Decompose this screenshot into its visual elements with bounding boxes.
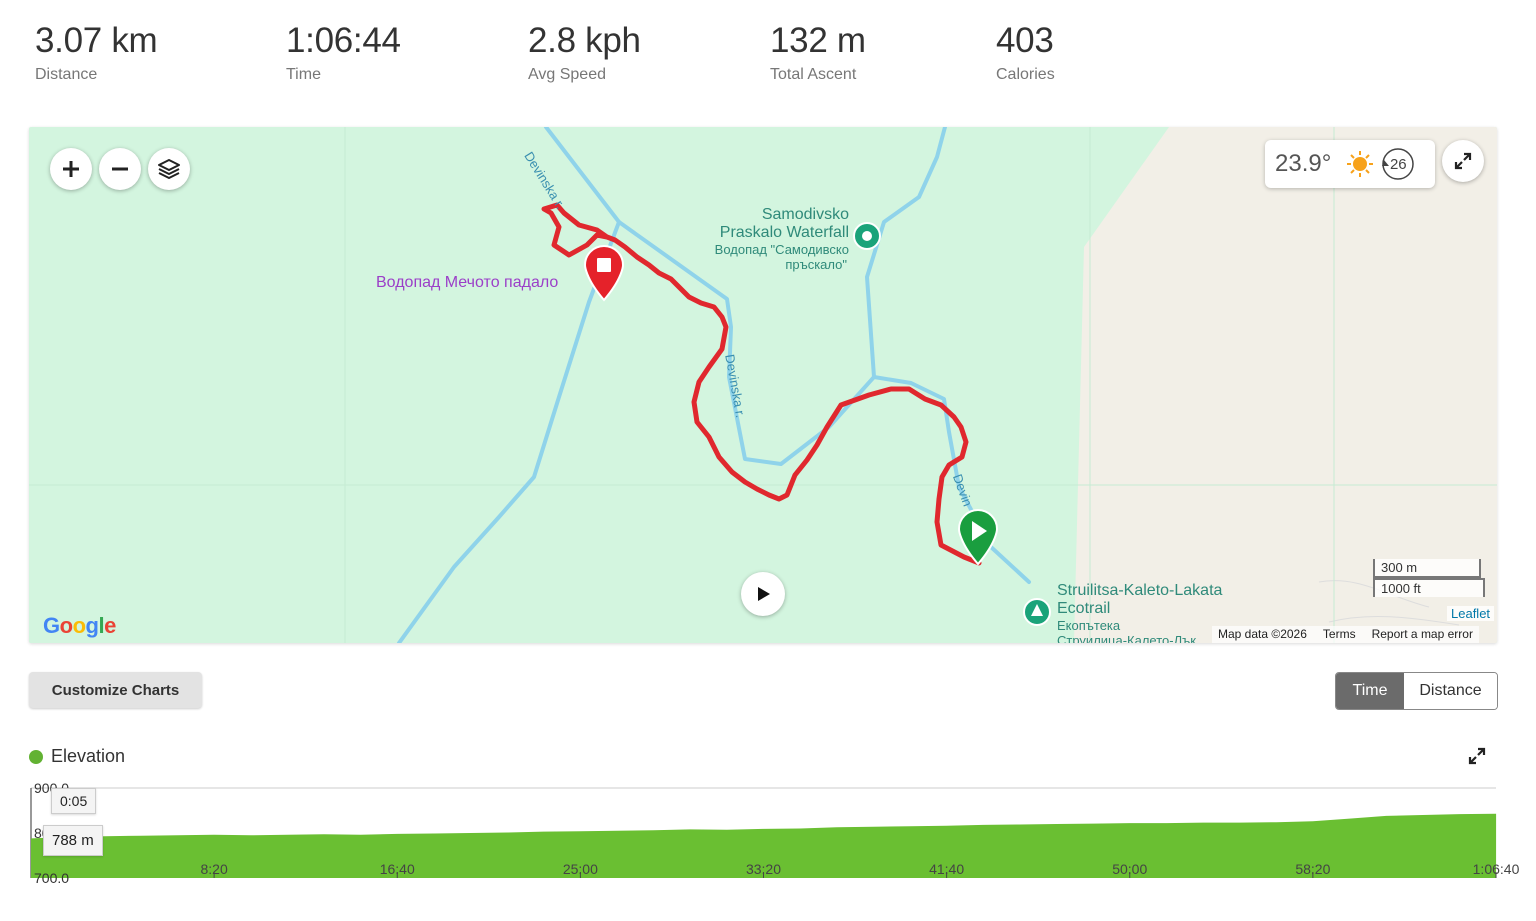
waterfall-name: Praskalo Waterfall xyxy=(719,224,849,241)
x-tick-label: 50:00 xyxy=(1112,861,1147,877)
trail-name: Ecotrail xyxy=(1057,600,1111,617)
sun-icon xyxy=(1347,151,1374,177)
plus-icon xyxy=(63,161,79,177)
layers-button[interactable] xyxy=(148,148,190,190)
layers-icon xyxy=(158,159,180,179)
stat-label: Distance xyxy=(35,66,98,83)
elevation-chart[interactable]: 900.0800.0700.08:2016:4025:0033:2041:405… xyxy=(0,770,1536,921)
weather-widget: 23.9° 26 xyxy=(1265,140,1435,188)
stat-value: 3.07 km xyxy=(35,21,158,60)
waterfall-poi-marker[interactable] xyxy=(853,222,881,250)
x-tick-label: 8:20 xyxy=(200,861,227,877)
scale-metric: 300 m xyxy=(1373,559,1481,578)
x-tick-label: 58:20 xyxy=(1295,861,1330,877)
google-logo: Google xyxy=(43,613,116,638)
map-scale: 300 m 1000 ft xyxy=(1373,559,1485,597)
trail-local-name: Екопътека xyxy=(1057,618,1121,633)
chart-expand-icon[interactable] xyxy=(1467,746,1487,766)
route-map[interactable]: Devinska r. Devinska r. Devin Samodivsko… xyxy=(29,127,1497,643)
leaflet-attribution-link[interactable]: Leaflet xyxy=(1447,606,1495,621)
stat-label: Avg Speed xyxy=(528,66,606,83)
waterfall-name: Samodivsko xyxy=(761,206,849,223)
legend-swatch xyxy=(29,749,43,764)
stat-value: 403 xyxy=(996,21,1054,60)
stat-label: Time xyxy=(286,66,321,83)
stat-total-ascent: 132 m Total Ascent xyxy=(770,20,866,84)
toggle-time[interactable]: Time xyxy=(1336,673,1404,709)
stat-value: 2.8 kph xyxy=(528,21,641,60)
play-icon xyxy=(758,587,770,601)
y-tick-label: 700.0 xyxy=(34,870,69,886)
stat-distance: 3.07 km Distance xyxy=(35,20,158,84)
wind-indicator: 26 xyxy=(1381,147,1415,181)
x-axis-toggle[interactable]: Time Distance xyxy=(1335,672,1498,710)
map-data-text: Map data ©2026 xyxy=(1218,627,1307,641)
trail-poi-marker[interactable] xyxy=(1023,598,1051,626)
zoom-out-button[interactable] xyxy=(99,148,141,190)
customize-charts-button[interactable]: Customize Charts xyxy=(29,672,202,708)
x-tick-label: 41:40 xyxy=(929,861,964,877)
x-tick-label: 1:06:40 xyxy=(1473,861,1520,877)
stats-bar: 3.07 km Distance 1:06:44 Time 2.8 kph Av… xyxy=(0,0,1536,110)
tooltip-elevation: 788 m xyxy=(43,825,103,856)
map-fullscreen-button[interactable] xyxy=(1442,140,1484,182)
minus-icon xyxy=(112,167,128,171)
terms-link[interactable]: Terms xyxy=(1323,627,1356,642)
temperature: 23.9° xyxy=(1275,150,1332,177)
wind-speed: 26 xyxy=(1389,155,1407,173)
zoom-in-button[interactable] xyxy=(50,148,92,190)
stat-label: Total Ascent xyxy=(770,66,857,83)
report-error-link[interactable]: Report a map error xyxy=(1372,627,1473,642)
trail-label: Struilitsa-Kaleto-Lakata Ecotrail Екопът… xyxy=(1057,582,1222,643)
toggle-distance[interactable]: Distance xyxy=(1404,673,1497,709)
stat-value: 132 m xyxy=(770,21,866,60)
stat-calories: 403 Calories xyxy=(996,20,1055,84)
x-tick-label: 33:20 xyxy=(746,861,781,877)
x-tick-label: 25:00 xyxy=(563,861,598,877)
chart-title: Elevation xyxy=(29,746,125,767)
stat-label: Calories xyxy=(996,66,1055,83)
tooltip-time: 0:05 xyxy=(51,788,97,814)
stat-avg-speed: 2.8 kph Avg Speed xyxy=(528,20,641,84)
waterfall-local-name: пръскало" xyxy=(785,257,847,272)
trail-name: Struilitsa-Kaleto-Lakata xyxy=(1057,582,1223,599)
stat-value: 1:06:44 xyxy=(286,21,401,60)
route-playback-button[interactable] xyxy=(741,572,785,616)
stat-time: 1:06:44 Time xyxy=(286,20,401,84)
scale-imperial: 1000 ft xyxy=(1373,578,1485,597)
expand-icon xyxy=(1454,152,1472,170)
waterfall-local-name: Водопад "Самодивско xyxy=(714,242,849,257)
waterfall-label: Samodivsko Praskalo Waterfall Водопад "С… xyxy=(679,206,849,272)
x-tick-label: 16:40 xyxy=(380,861,415,877)
map-canvas[interactable] xyxy=(29,127,1497,643)
rivers xyxy=(397,127,1031,643)
trail-local-name: Струилица-Калето-Лък xyxy=(1057,633,1196,643)
map-attribution: Map data ©2026 Terms Report a map error xyxy=(1212,626,1479,643)
end-poi-label: Водопад Мечото падало xyxy=(376,274,559,291)
chart-title-text: Elevation xyxy=(51,746,126,766)
